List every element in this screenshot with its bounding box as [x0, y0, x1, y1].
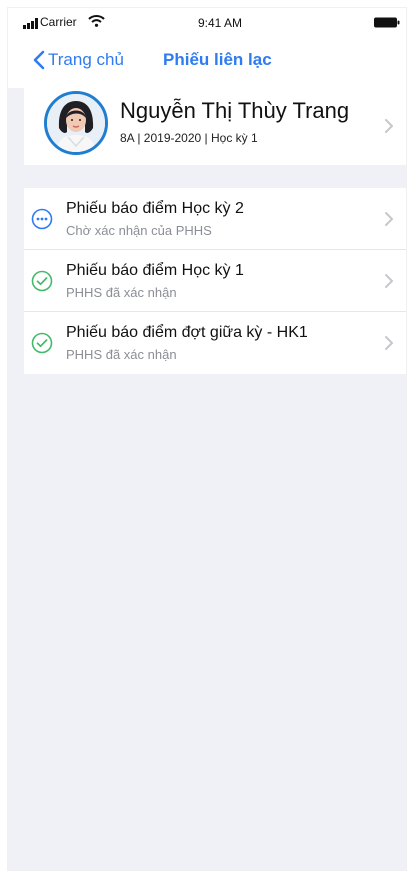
- student-photo-icon: [47, 94, 105, 152]
- student-class-year-term: 8A | 2019-2020 | Học kỳ 1: [120, 131, 258, 145]
- check-circle-icon: [31, 332, 53, 354]
- report-title: Phiếu báo điểm đợt giữa kỳ - HK1: [66, 324, 308, 341]
- back-chevron-icon: [33, 50, 45, 70]
- back-button-label: Trang chủ: [48, 50, 124, 69]
- phone-screen: Carrier 9:41 AM Trang chủ Phiếu liên lạc: [8, 8, 406, 870]
- back-button[interactable]: Trang chủ: [32, 50, 124, 70]
- student-profile-card[interactable]: Nguyễn Thị Thùy Trang 8A | 2019-2020 | H…: [24, 88, 406, 165]
- pending-ellipsis-icon: [31, 208, 53, 230]
- status-bar: Carrier 9:41 AM: [8, 8, 406, 36]
- chevron-right-icon: [385, 336, 393, 350]
- wifi-icon: [88, 15, 105, 27]
- battery-icon: [374, 17, 400, 28]
- navigation-bar: Trang chủ Phiếu liên lạc: [8, 42, 406, 78]
- status-time: 9:41 AM: [198, 16, 243, 30]
- student-name: Nguyễn Thị Thùy Trang: [120, 98, 350, 123]
- avatar: [44, 91, 108, 155]
- list-item[interactable]: Phiếu báo điểm đợt giữa kỳ - HK1 PHHS đã…: [24, 312, 406, 374]
- chevron-right-icon: [385, 212, 393, 226]
- report-status: PHHS đã xác nhận: [66, 347, 177, 362]
- report-title: Phiếu báo điểm Học kỳ 1: [66, 262, 244, 279]
- report-status: Chờ xác nhận của PHHS: [66, 223, 212, 238]
- chevron-right-icon: [385, 274, 393, 288]
- report-list: Phiếu báo điểm Học kỳ 2 Chờ xác nhận của…: [24, 188, 406, 374]
- report-status: PHHS đã xác nhận: [66, 285, 177, 300]
- top-bar: Carrier 9:41 AM Trang chủ Phiếu liên lạc: [8, 8, 406, 88]
- carrier-label: Carrier: [40, 15, 77, 29]
- page-title: Phiếu liên lạc: [163, 50, 272, 69]
- chevron-right-icon: [385, 119, 393, 133]
- list-item[interactable]: Phiếu báo điểm Học kỳ 2 Chờ xác nhận của…: [24, 188, 406, 250]
- list-item[interactable]: Phiếu báo điểm Học kỳ 1 PHHS đã xác nhận: [24, 250, 406, 312]
- check-circle-icon: [31, 270, 53, 292]
- report-title: Phiếu báo điểm Học kỳ 2: [66, 200, 244, 217]
